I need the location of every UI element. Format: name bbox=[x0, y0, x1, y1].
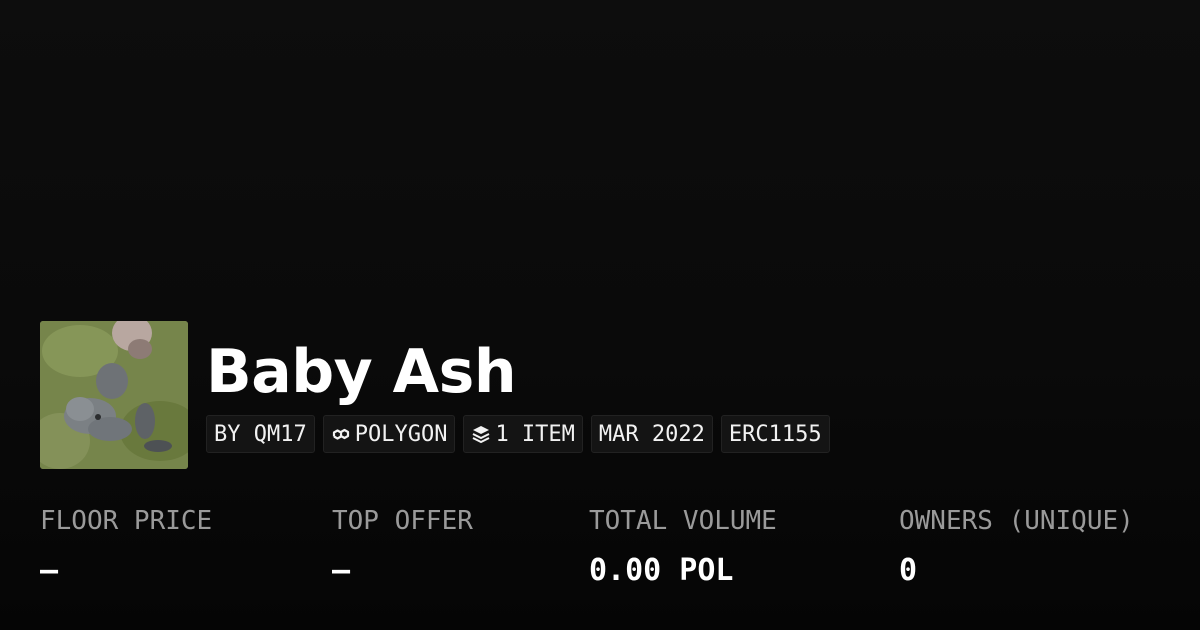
token-standard-badge-label: ERC1155 bbox=[728, 421, 822, 447]
collection-header: Baby Ash BY QM17 POLYGON 1 ITEM MAR 2022… bbox=[40, 321, 830, 469]
layers-icon bbox=[471, 424, 491, 444]
stat-owners-value: 0 bbox=[899, 553, 918, 588]
stat-owners-label: OWNERS (UNIQUE) bbox=[899, 506, 1134, 536]
stat-total-volume: TOTAL VOLUME 0.00 POL bbox=[589, 503, 777, 589]
avatar-photo-image bbox=[40, 321, 188, 469]
stat-top-offer: TOP OFFER – bbox=[332, 503, 473, 589]
stat-owners: OWNERS (UNIQUE) 0 bbox=[899, 503, 1134, 589]
creator-badge-label: BY QM17 bbox=[214, 421, 307, 447]
token-standard-badge: ERC1155 bbox=[720, 415, 830, 453]
stat-floor-price-label: FLOOR PRICE bbox=[40, 506, 213, 536]
created-date-badge: MAR 2022 bbox=[590, 415, 713, 453]
stat-total-volume-label: TOTAL VOLUME bbox=[589, 506, 777, 536]
item-count-badge-label: 1 ITEM bbox=[495, 421, 575, 447]
collection-stats: FLOOR PRICE – TOP OFFER – TOTAL VOLUME 0… bbox=[40, 503, 1180, 603]
polygon-chain-icon bbox=[331, 424, 351, 444]
stat-top-offer-label: TOP OFFER bbox=[332, 506, 473, 536]
stat-top-offer-value: – bbox=[332, 553, 351, 588]
collection-title: Baby Ash bbox=[206, 337, 517, 407]
created-date-badge-label: MAR 2022 bbox=[598, 421, 705, 447]
item-count-badge[interactable]: 1 ITEM bbox=[463, 415, 583, 453]
chain-badge[interactable]: POLYGON bbox=[322, 415, 456, 453]
creator-badge[interactable]: BY QM17 bbox=[206, 415, 315, 453]
chain-badge-label: POLYGON bbox=[354, 421, 448, 447]
stat-floor-price: FLOOR PRICE – bbox=[40, 503, 212, 589]
stat-floor-price-value: – bbox=[40, 553, 59, 588]
collection-avatar[interactable] bbox=[40, 321, 188, 469]
title-block: Baby Ash BY QM17 POLYGON 1 ITEM MAR 2022… bbox=[206, 321, 830, 453]
stat-total-volume-value: 0.00 POL bbox=[589, 553, 734, 588]
collection-badges: BY QM17 POLYGON 1 ITEM MAR 2022 ERC1155 bbox=[206, 415, 830, 453]
